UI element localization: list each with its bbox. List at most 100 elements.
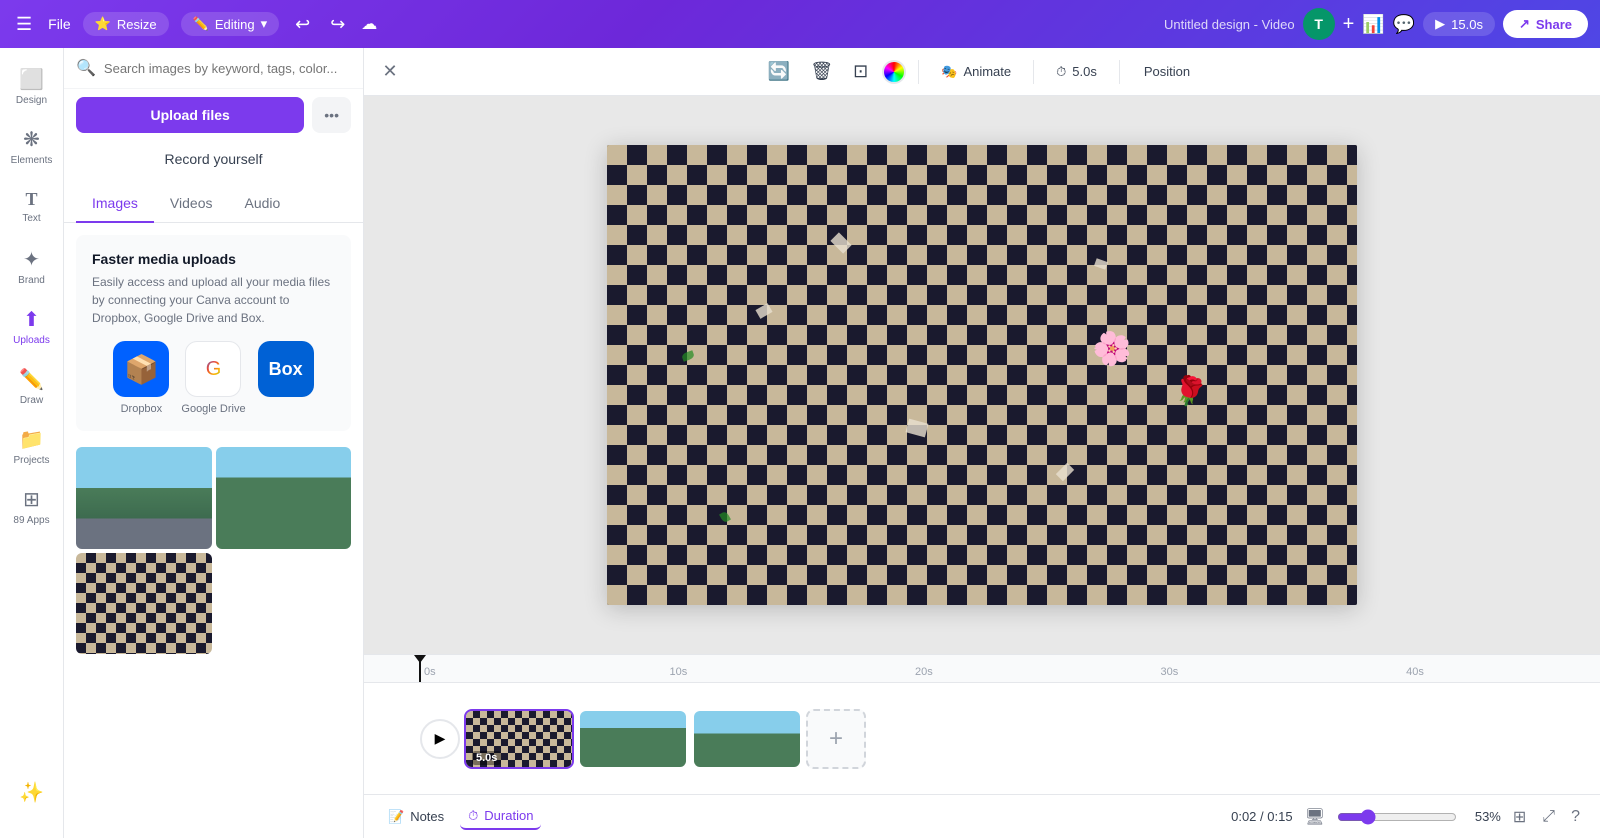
add-collaborator-button[interactable]: + (1343, 13, 1355, 36)
tab-audio[interactable]: Audio (228, 185, 296, 223)
panel-content: Faster media uploads Easily access and u… (64, 223, 363, 838)
play-icon: ▶ (1435, 16, 1445, 32)
analytics-button[interactable]: 📊 (1362, 14, 1384, 35)
chevron-down-icon: ▾ (261, 16, 268, 32)
editing-button[interactable]: ✏️ Editing ▾ (181, 12, 279, 36)
sidebar-item-design[interactable]: ⬜ Design (4, 56, 60, 116)
flower-decoration-2: 🌹 (1168, 371, 1210, 412)
timeline-tracks: ▶ 5.0s + (364, 683, 1600, 794)
dropbox-button[interactable]: 📦 (113, 341, 169, 397)
play-timer-button[interactable]: ▶ 15.0s (1423, 12, 1495, 36)
image-thumbnail-lake[interactable] (76, 447, 212, 549)
upload-files-button[interactable]: Upload files (76, 97, 304, 133)
tab-images[interactable]: Images (76, 185, 154, 223)
refresh-button[interactable]: 🔄 (762, 55, 796, 88)
notes-button[interactable]: 📝 Notes (380, 805, 452, 829)
canvas-checkerboard: 🌸 🌹 (607, 145, 1357, 605)
sidebar-item-draw[interactable]: ✏️ Draw (4, 356, 60, 416)
sidebar-item-projects[interactable]: 📁 Projects (4, 416, 60, 476)
promo-desc: Easily access and upload all your media … (92, 273, 335, 327)
crop-icon: ⊡ (853, 61, 868, 82)
box-button[interactable]: Box (258, 341, 314, 397)
clip-lake-bg (694, 711, 800, 767)
clip-checker[interactable]: 5.0s (464, 709, 574, 769)
image-thumbnail-garden[interactable] (216, 447, 352, 549)
search-icon: 🔍 (76, 58, 96, 78)
clip-checker-label: 5.0s (472, 751, 501, 765)
record-yourself-button[interactable]: Record yourself (76, 141, 351, 177)
sidebar-item-brand[interactable]: ✦ Brand (4, 236, 60, 296)
tab-videos[interactable]: Videos (154, 185, 229, 223)
edit-icon: ✏️ (193, 16, 209, 32)
redo-button[interactable]: ↪ (326, 10, 349, 39)
play-button[interactable]: ▶ (420, 719, 460, 759)
gdrive-button[interactable]: G (185, 341, 241, 397)
animate-icon: 🎭 (941, 64, 957, 80)
gdrive-label: Google Drive (181, 403, 245, 415)
close-selection-button[interactable]: ✕ (376, 58, 404, 86)
search-input[interactable] (104, 61, 351, 76)
help-button[interactable]: ? (1567, 804, 1584, 830)
debris-5 (1093, 258, 1107, 270)
box-service: Box (258, 341, 314, 415)
desktop-view-button[interactable]: 🖥 (1301, 803, 1329, 831)
sidebar-item-text[interactable]: T Text (4, 176, 60, 236)
ruler-mark-0: 0s (424, 666, 436, 678)
refresh-icon: 🔄 (768, 61, 790, 82)
gdrive-service: G Google Drive (181, 341, 245, 415)
playhead[interactable] (419, 655, 421, 682)
draw-icon: ✏️ (19, 367, 44, 392)
avatar-button[interactable]: T (1303, 8, 1335, 40)
dropbox-label: Dropbox (121, 403, 163, 415)
add-clip-button[interactable]: + (806, 709, 866, 769)
position-button[interactable]: Position (1132, 58, 1202, 85)
sidebar-label-brand: Brand (18, 275, 45, 286)
sidebar-item-apps[interactable]: ⊞ 89 Apps (4, 476, 60, 536)
clock-icon: ⏱ (1056, 64, 1066, 80)
duration-icon: ⏱ (468, 808, 478, 824)
comments-button[interactable]: 💬 (1393, 14, 1415, 35)
sidebar-item-elements[interactable]: ❋ Elements (4, 116, 60, 176)
timeline: 0s 10s 20s 30s 40s ▶ 5.0s (364, 654, 1600, 794)
canvas-frame[interactable]: 🌸 🌹 (607, 145, 1357, 605)
uploads-panel: 🔍 Upload files ••• Record yourself Image… (64, 48, 364, 838)
timeline-ruler: 0s 10s 20s 30s 40s (364, 655, 1600, 683)
undo-button[interactable]: ↩ (291, 10, 314, 39)
menu-button[interactable]: ☰ (12, 10, 36, 39)
fullscreen-button[interactable]: ⤢ (1538, 804, 1559, 830)
ruler-marks: 0s 10s 20s 30s 40s (424, 655, 1540, 682)
share-button[interactable]: ↗ Share (1503, 10, 1588, 38)
dropbox-service: 📦 Dropbox (113, 341, 169, 415)
clip-lake[interactable] (692, 709, 802, 769)
duration-badge-button[interactable]: ⏱ 5.0s (1046, 58, 1107, 86)
sidebar-item-uploads[interactable]: ⬆ Uploads (4, 296, 60, 356)
flower-decoration-1: 🌸 (1087, 323, 1137, 372)
bottom-bar-left: 📝 Notes ⏱ Duration (380, 804, 541, 830)
play-triangle-icon: ▶ (435, 730, 446, 747)
time-display: 0:02 / 0:15 (1231, 809, 1292, 824)
main-area: ⬜ Design ❋ Elements T Text ✦ Brand ⬆ Upl… (0, 48, 1600, 838)
debris-4 (1056, 463, 1074, 481)
color-wheel-button[interactable] (882, 60, 906, 84)
animate-button[interactable]: 🎭 Animate (931, 58, 1021, 86)
delete-button[interactable]: 🗑 (804, 55, 839, 88)
image-grid (76, 447, 351, 654)
grid-view-button[interactable]: ⊞ (1509, 803, 1530, 831)
sidebar-item-magic[interactable]: ✨ (4, 762, 60, 822)
resize-button[interactable]: ⭐ Resize (83, 12, 169, 36)
magic-icon: ✨ (19, 780, 44, 805)
clip-garden[interactable] (578, 709, 688, 769)
duration-button[interactable]: ⏱ Duration (460, 804, 541, 830)
more-options-button[interactable]: ••• (312, 97, 351, 133)
cloud-save-button[interactable]: ☁ (361, 14, 377, 34)
file-button[interactable]: File (48, 16, 71, 32)
zoom-slider[interactable] (1337, 809, 1457, 825)
crop-button[interactable]: ⊡ (847, 55, 874, 88)
image-thumbnail-checker[interactable] (76, 553, 212, 655)
topbar: ☰ File ⭐ Resize ✏️ Editing ▾ ↩ ↪ ☁ Untit… (0, 0, 1600, 48)
debris-3 (906, 419, 929, 438)
left-sidebar: ⬜ Design ❋ Elements T Text ✦ Brand ⬆ Upl… (0, 48, 64, 838)
canvas-toolbar: ✕ 🔄 🗑 ⊡ 🎭 Animate ⏱ 5.0s Position (364, 48, 1600, 96)
leaf-1 (719, 511, 731, 524)
trash-icon: 🗑 (810, 61, 833, 82)
